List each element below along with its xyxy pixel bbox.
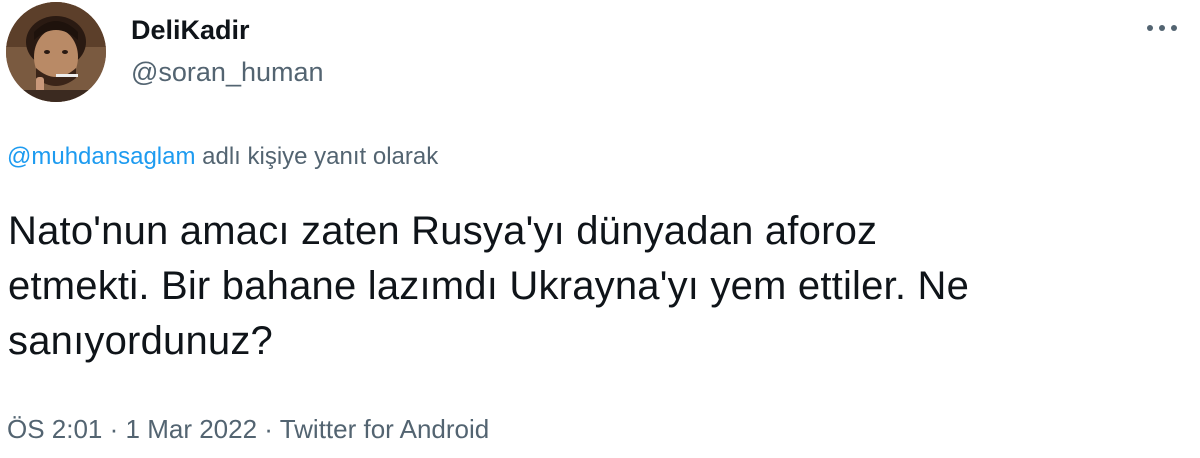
reply-mention-link[interactable]: @muhdansaglam: [7, 143, 195, 170]
tweet-text-line: Nato'nun amacı zaten Rusya'yı dünyadan a…: [8, 209, 878, 253]
tweet-date[interactable]: 1 Mar 2022: [126, 414, 258, 444]
meta-separator: ·: [102, 414, 126, 444]
tweet-meta: ÖS 2:01 · 1 Mar 2022 · Twitter for Andro…: [7, 414, 489, 445]
tweet-text-line: etmekti. Bir bahane lazımdı Ukrayna'yı y…: [8, 264, 970, 308]
avatar[interactable]: [6, 2, 106, 102]
meta-separator: ·: [257, 414, 280, 444]
user-handle[interactable]: @soran_human: [131, 57, 324, 88]
tweet-text-line: sanıyordunuz?: [8, 319, 274, 363]
tweet-source[interactable]: Twitter for Android: [280, 414, 490, 444]
tweet-text: Nato'nun amacı zaten Rusya'yı dünyadan a…: [8, 204, 1188, 369]
tweet-time[interactable]: ÖS 2:01: [7, 414, 102, 444]
more-horizontal-icon[interactable]: [1142, 16, 1182, 40]
reply-context: @muhdansaglam adlı kişiye yanıt olarak: [7, 143, 438, 171]
avatar-image: [6, 2, 106, 102]
tweet-card: DeliKadir @soran_human @muhdansaglam adl…: [0, 0, 1200, 458]
reply-context-label: adlı kişiye yanıt olarak: [195, 143, 439, 170]
user-display-name[interactable]: DeliKadir: [131, 15, 250, 46]
